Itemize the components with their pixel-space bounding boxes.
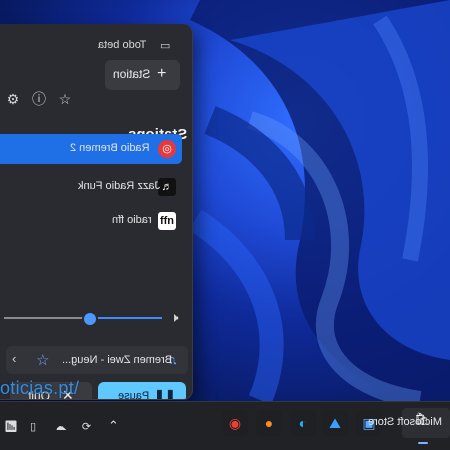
active-indicator	[418, 442, 428, 444]
radio-app-window: ▭ Todo beta + Station ☆ ⓘ ⚙ Stations ◎ R…	[0, 24, 193, 400]
star-icon[interactable]: ☆	[56, 90, 74, 108]
plus-icon: +	[157, 65, 167, 82]
volume-thumb[interactable]	[82, 311, 98, 327]
volume-fill	[88, 317, 162, 319]
chrome-icon[interactable]: ◉	[222, 410, 248, 436]
add-station-button[interactable]: + Station	[105, 60, 180, 90]
watermark-text: oticias.pt/	[0, 378, 80, 398]
pause-icon: ❚❚	[154, 388, 176, 400]
station-name: Jazz Radio Funk	[78, 180, 160, 192]
jazz-radio-logo-icon: ♬	[158, 178, 176, 196]
wifi-icon[interactable]: 📶︎	[4, 420, 18, 433]
cloud-icon[interactable]: ☁	[56, 420, 67, 433]
radio-bremen-logo-icon: ◎	[158, 140, 176, 158]
now-playing-bar: ♫ Bremen Zwei - Neug... ☆ ›	[6, 346, 188, 374]
pause-label: Pause	[118, 390, 150, 400]
taskbar-app-label: Microsoft Store	[368, 416, 442, 428]
ffn-logo-icon: ffn	[158, 212, 176, 230]
firefox-icon[interactable]: ●	[256, 410, 282, 436]
favorite-star-icon[interactable]: ☆	[36, 351, 49, 369]
taskbar-app-microsoft-store[interactable]: 🛍︎ Microsoft Store	[368, 408, 450, 438]
add-station-label: Station	[113, 67, 151, 81]
todo-beta-label: Todo beta	[98, 39, 147, 51]
station-item-radio-ffn[interactable]: ffn radio ffn	[0, 206, 182, 236]
pause-button[interactable]: ❚❚ Pause	[98, 382, 186, 400]
station-name: Radio Bremen 2	[70, 142, 150, 154]
station-name: radio ffn	[112, 214, 152, 226]
photos-icon[interactable]: ⛰	[322, 410, 348, 436]
speaker-icon[interactable]: 🔈︎	[170, 309, 178, 326]
now-playing-text: Bremen Zwei - Neug...	[62, 354, 173, 366]
station-item-radio-bremen-2[interactable]: ◎ Radio Bremen 2	[0, 134, 182, 164]
battery-icon[interactable]: ▯	[30, 420, 36, 433]
volume-slider[interactable]: 🔈︎	[4, 308, 188, 328]
chevron-up-icon[interactable]: ⌃	[108, 418, 119, 434]
gear-icon[interactable]: ⚙	[4, 90, 22, 108]
window-icon: ▭	[160, 40, 171, 52]
station-item-jazz-radio-funk[interactable]: ♬ Jazz Radio Funk	[0, 172, 182, 202]
todo-beta-row[interactable]: ▭ Todo beta	[98, 38, 178, 54]
taskbar: 📶︎ ▯ ☁ ⟲ ⌃ ◉ ● ◐ ⛰ ▣ 🛍︎ Microsoft Store	[0, 401, 450, 450]
header-icons: ☆ ⓘ ⚙	[0, 90, 192, 110]
info-icon[interactable]: ⓘ	[30, 90, 48, 108]
sync-icon[interactable]: ⟲	[82, 420, 91, 433]
chevron-right-icon[interactable]: ›	[12, 351, 16, 366]
edge-icon[interactable]: ◐	[290, 410, 316, 436]
